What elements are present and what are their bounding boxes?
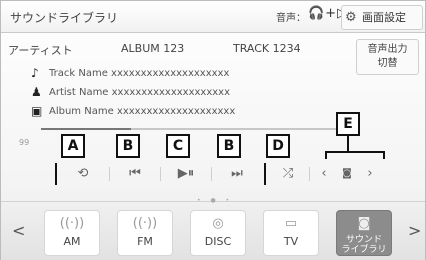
screen-title: サウンドライブラリ — [10, 11, 119, 25]
source-label: DISC — [204, 235, 232, 248]
screen-settings-label: 画面設定 — [362, 11, 406, 24]
progress-bar[interactable] — [41, 128, 341, 130]
playback-controls: ⟲ ⏮ ▶⏸ ⏭ ⤮ ‹ ◙ › — [1, 159, 426, 189]
play-pause-button[interactable]: ▶⏸ — [161, 159, 211, 189]
source-prev-button[interactable]: < — [12, 221, 25, 240]
radio-waves-icon: ((·)) — [59, 216, 85, 231]
person-icon: ♟ — [31, 85, 42, 99]
source-label: TV — [283, 235, 299, 248]
album-icon: ▣ — [31, 104, 43, 118]
elapsed-time: 99 — [19, 138, 30, 147]
separator — [309, 167, 310, 181]
audio-output-switch-button[interactable]: 音声出力 切替 — [356, 39, 419, 75]
separator — [264, 163, 266, 185]
progress-fill — [41, 128, 131, 130]
source-fm-button[interactable]: ((·)) FM — [117, 210, 173, 256]
gear-icon: ⚙ — [345, 10, 357, 25]
source-label: AM — [63, 235, 81, 248]
disc-icon: ◎ — [212, 216, 224, 231]
previous-track-button[interactable]: ⏮ — [111, 159, 159, 189]
callout-e: E — [336, 112, 360, 136]
header-bar: サウンドライブラリ 音声： 🎧+▷ ⚙ 画面設定 — [1, 1, 425, 33]
page-indicator: • ● • — [197, 197, 234, 204]
source-tv-button[interactable]: ▭ TV — [263, 210, 319, 256]
callout-a: A — [61, 134, 85, 158]
source-disc-button[interactable]: ◎ DISC — [190, 210, 246, 256]
audio-output-label: 音声： — [276, 13, 306, 24]
audio-screen: サウンドライブラリ 音声： 🎧+▷ ⚙ 画面設定 アーティスト ALBUM 12… — [0, 0, 426, 260]
callout-b-left: B — [116, 134, 140, 158]
output-button-line2: 切替 — [377, 58, 398, 69]
shuffle-button[interactable]: ⤮ — [269, 159, 307, 189]
source-label: FM — [137, 235, 153, 248]
callout-c: C — [166, 134, 190, 158]
source-sound-library-button[interactable]: ◙ サウンド ライブラリ — [336, 210, 392, 256]
list-right-button[interactable]: › — [360, 159, 380, 189]
music-note-icon: ♪ — [31, 66, 39, 80]
screen-settings-button[interactable]: ⚙ 画面設定 — [341, 5, 423, 30]
track-number: TRACK 1234 — [233, 42, 301, 55]
radio-waves-icon: ((·)) — [132, 216, 158, 231]
repeat-button[interactable]: ⟲ — [59, 159, 107, 189]
callout-b-right: B — [217, 134, 241, 158]
output-button-line1: 音声出力 — [367, 44, 408, 55]
callout-e-bracket — [325, 151, 385, 159]
source-next-button[interactable]: > — [408, 221, 421, 240]
album-number: ALBUM 123 — [121, 42, 185, 55]
album-name: Album Name xxxxxxxxxxxxxxxxxxxx — [49, 106, 236, 117]
artist-name: Artist Name xxxxxxxxxxxxxxxxxxxx — [49, 87, 231, 98]
sound-library-icon: ◙ — [357, 216, 371, 231]
separator — [109, 167, 110, 181]
next-track-button[interactable]: ⏭ — [212, 159, 262, 189]
track-name: Track Name xxxxxxxxxxxxxxxxxxxx — [49, 68, 230, 79]
separator — [55, 163, 57, 185]
tv-icon: ▭ — [284, 216, 298, 231]
source-label: サウンド ライブラリ — [341, 235, 387, 255]
callout-e-leader — [347, 136, 349, 151]
list-left-button[interactable]: ‹ — [314, 159, 334, 189]
artist-label: アーティスト — [8, 44, 73, 57]
callout-d: D — [266, 134, 290, 158]
center-dial-icon: ◙ — [342, 168, 352, 179]
source-am-button[interactable]: ((·)) AM — [44, 210, 100, 256]
